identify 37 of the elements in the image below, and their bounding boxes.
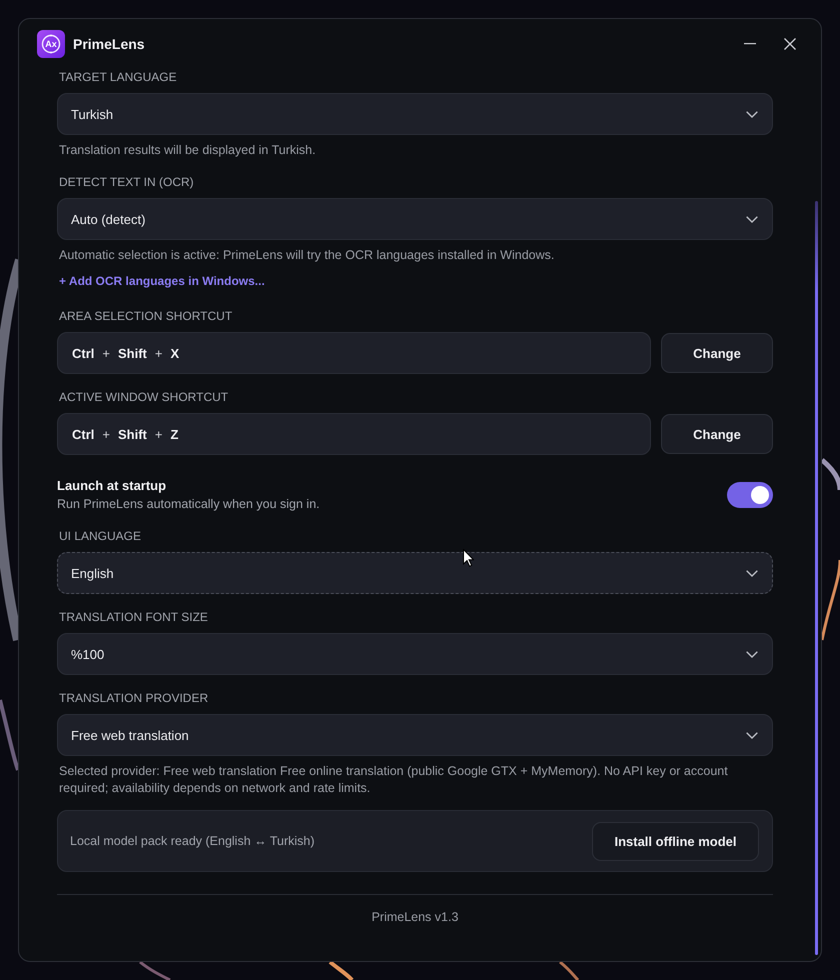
change-button[interactable]: Change	[661, 333, 773, 373]
chevron-down-icon	[746, 110, 758, 118]
version-text: PrimeLens v1.3	[370, 909, 460, 925]
setting-title: Launch at startup	[57, 477, 168, 495]
dropdown-select[interactable]: %100	[57, 633, 773, 675]
chevron-down-icon	[746, 732, 758, 738]
help-text: Automatic selection is active: PrimeLens will try the OCR languages installed in Windows.	[59, 247, 556, 264]
field-label: TRANSLATION FONT SIZE	[59, 609, 209, 625]
mouse-pointer-icon	[463, 549, 474, 567]
dropdown-select[interactable]: English	[57, 552, 773, 594]
window-title: PrimeLens	[73, 36, 145, 52]
install-model-button[interactable]: Install offline model	[592, 822, 759, 860]
field-label: TARGET LANGUAGE	[59, 69, 178, 85]
scrollbar-thumb[interactable]	[815, 201, 818, 955]
chevron-down-icon	[746, 570, 758, 576]
shortcut-field[interactable]: Ctrl + Shift + Z	[57, 413, 651, 455]
shortcut-field[interactable]: Ctrl + Shift + X	[57, 332, 651, 374]
field-label: AREA SELECTION SHORTCUT	[59, 308, 234, 324]
add-ocr-languages-link[interactable]: + Add OCR languages in Windows...	[59, 273, 265, 289]
field-label: ACTIVE WINDOW SHORTCUT	[59, 389, 230, 405]
model-status-text: Local model pack ready (English ↔ Turkish)	[70, 834, 315, 848]
app-logo-icon: Ax	[37, 30, 65, 58]
chevron-down-icon	[746, 650, 758, 658]
field-label: TRANSLATION PROVIDER	[59, 690, 210, 706]
toggle-switch[interactable]	[727, 482, 773, 508]
chevron-down-icon	[746, 216, 758, 222]
help-text: Selected provider: Free web translation Free online translation (public Google GTX + MyMemory). No API key or account required; availability depends on network and rate limits.	[59, 763, 729, 797]
setting-description: Run PrimeLens automatically when you sign in.	[57, 496, 320, 513]
dropdown-select[interactable]: Auto (detect)	[57, 198, 773, 240]
change-button[interactable]: Change	[661, 414, 773, 454]
field-label: DETECT TEXT IN (OCR)	[59, 174, 195, 190]
dropdown-select[interactable]: Turkish	[57, 93, 773, 135]
dropdown-select[interactable]: Free web translation	[57, 714, 773, 756]
help-text: Translation results will be displayed in Turkish.	[59, 142, 317, 159]
minimize-icon	[744, 42, 756, 44]
close-icon	[784, 38, 796, 50]
field-label: UI LANGUAGE	[59, 528, 142, 544]
